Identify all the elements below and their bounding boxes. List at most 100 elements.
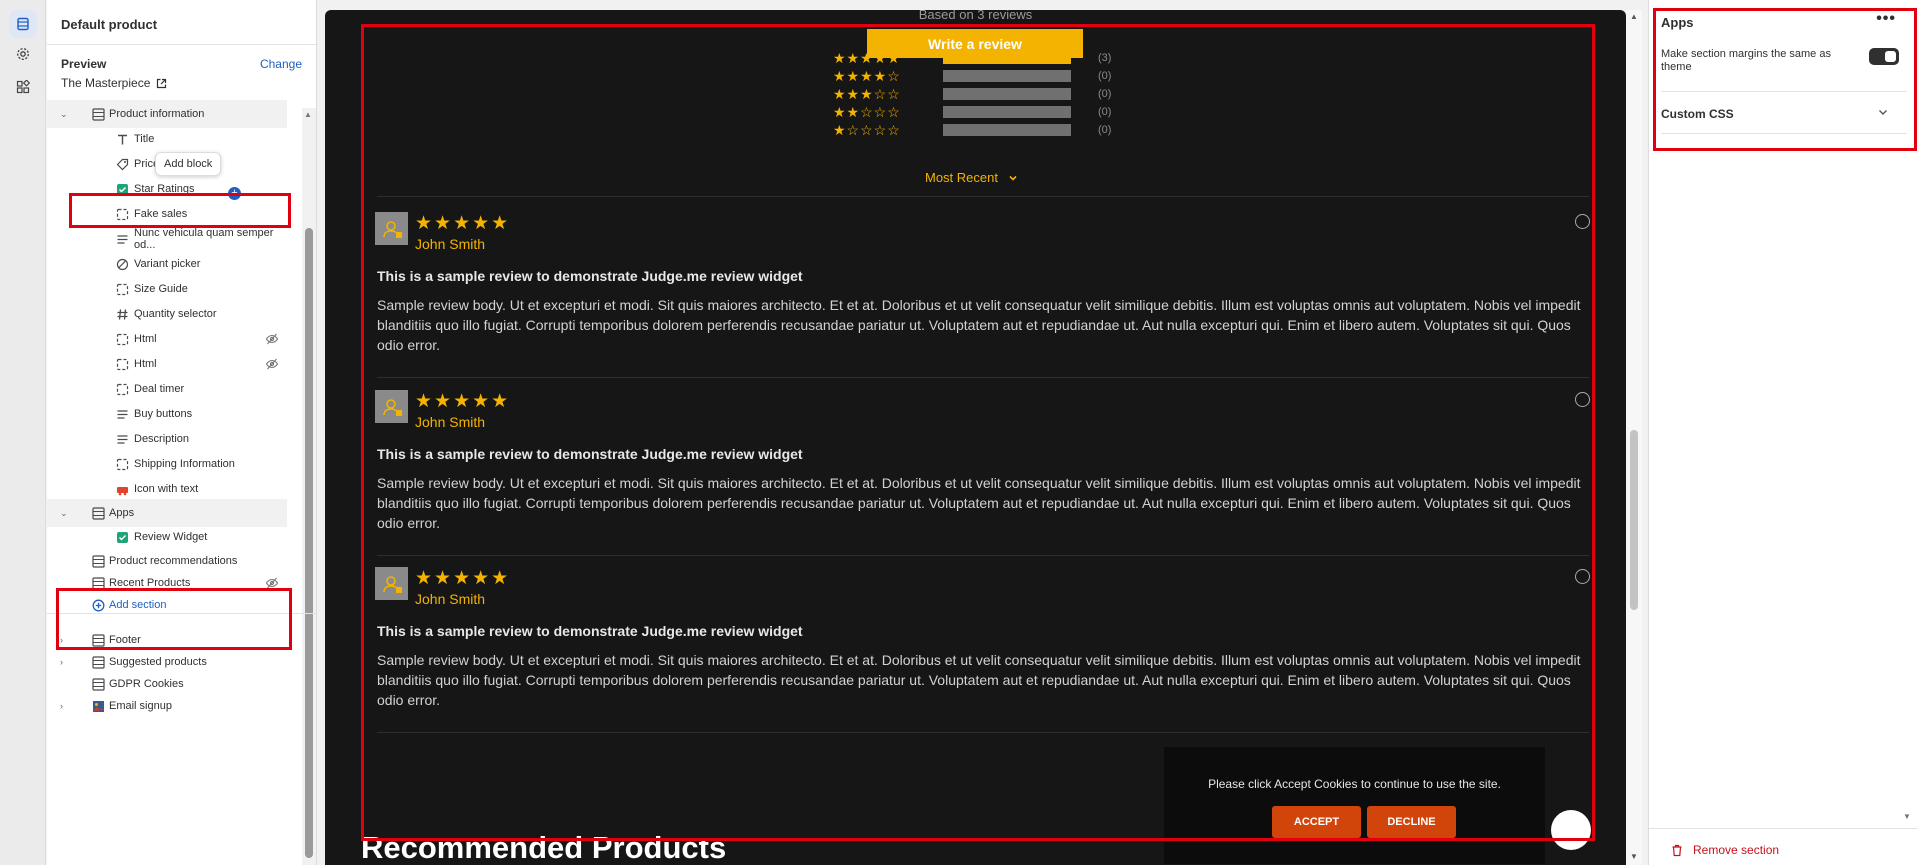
eye-hidden-icon[interactable] xyxy=(265,332,279,346)
review-select-radio[interactable] xyxy=(1575,214,1590,229)
scroll-down-icon[interactable]: ▼ xyxy=(1903,812,1911,821)
section-icon xyxy=(91,554,105,568)
review-select-radio[interactable] xyxy=(1575,392,1590,407)
tree-item[interactable]: Description xyxy=(47,425,287,453)
tree-item-label: Buy buttons xyxy=(134,408,193,420)
tree-item-label: Review Widget xyxy=(134,531,208,543)
avatar xyxy=(375,567,408,600)
storefront-preview: Based on 3 reviews Write a review ★★★★★(… xyxy=(325,10,1626,865)
chevron-down-icon xyxy=(1009,175,1017,181)
tree-item-label: Product recommendations xyxy=(109,555,238,567)
left-rail xyxy=(0,0,46,865)
theme-editor: Default product Preview Change The Maste… xyxy=(0,0,1918,865)
margin-toggle[interactable] xyxy=(1869,48,1899,65)
tree-item[interactable]: Fake sales xyxy=(47,200,287,228)
tree-item-label: Star Ratings xyxy=(134,183,195,195)
user-avatar-icon xyxy=(382,220,402,238)
chevron-down-icon[interactable]: ⌄ xyxy=(60,109,68,120)
tree-item[interactable]: Shipping Information xyxy=(47,450,287,478)
tree-item-label: GDPR Cookies xyxy=(109,678,184,690)
text-align-icon xyxy=(115,432,129,446)
decline-cookies-button[interactable]: DECLINE xyxy=(1367,806,1456,838)
review-select-radio[interactable] xyxy=(1575,569,1590,584)
tree-item[interactable]: Html xyxy=(47,350,287,378)
chevron-down-icon[interactable]: ⌄ xyxy=(60,508,68,519)
tree-item[interactable]: Variant picker xyxy=(47,250,287,278)
settings-rail-button[interactable] xyxy=(9,40,37,68)
preview-theme-link[interactable]: The Masterpiece xyxy=(61,76,167,90)
tree-item-label: Icon with text xyxy=(134,483,199,495)
more-actions-icon[interactable]: ••• xyxy=(1876,10,1896,28)
sections-rail-button[interactable] xyxy=(9,10,37,38)
dashed-square-icon xyxy=(115,457,129,471)
price-tag-icon xyxy=(115,157,129,171)
chat-bubble-icon[interactable] xyxy=(1551,810,1591,850)
plus-circle-icon xyxy=(91,598,105,612)
change-preview-link[interactable]: Change xyxy=(260,57,302,71)
tree-item[interactable]: Nunc vehicula quam semper od... xyxy=(47,225,287,253)
tree-item-label: Fake sales xyxy=(134,208,188,220)
divider xyxy=(47,44,316,45)
chevron-right-icon[interactable]: › xyxy=(60,657,63,667)
toggle-knob xyxy=(1885,51,1896,62)
preview-scrollbar[interactable]: ▲ ▼ xyxy=(1626,10,1642,865)
chevron-right-icon[interactable]: › xyxy=(60,701,63,711)
tree-item[interactable]: › Email signup xyxy=(47,692,287,720)
histogram-count: (0) xyxy=(1098,88,1112,100)
tree-item[interactable]: Size Guide xyxy=(47,275,287,303)
divider xyxy=(377,555,1589,556)
tree-item[interactable]: Star Ratings xyxy=(47,175,287,203)
histogram-row[interactable]: ★★★★★ (3) xyxy=(833,50,1111,66)
add-block-plus-icon[interactable]: + xyxy=(228,187,241,200)
apps-rail-button[interactable] xyxy=(9,73,37,101)
divider xyxy=(377,732,1589,733)
remove-section-button[interactable]: Remove section xyxy=(1671,843,1779,857)
histogram-row[interactable]: ★☆☆☆☆ (0) xyxy=(833,122,1111,138)
sort-dropdown[interactable]: Most Recent xyxy=(925,170,1018,185)
scroll-up-icon[interactable]: ▲ xyxy=(304,110,312,119)
section-group-row[interactable]: ⌄ Product information xyxy=(47,100,287,128)
left-scrollbar-thumb[interactable] xyxy=(305,228,313,858)
tree-item[interactable]: Quantity selector xyxy=(47,300,287,328)
histogram-count: (0) xyxy=(1098,124,1112,136)
chevron-down-icon[interactable] xyxy=(1877,106,1889,118)
custom-css-label[interactable]: Custom CSS xyxy=(1661,107,1734,121)
tree-item-label: Size Guide xyxy=(134,283,188,295)
tree-item-label: Footer xyxy=(109,634,141,646)
dashed-square-icon xyxy=(115,332,129,346)
text-align-icon xyxy=(115,232,129,246)
dashed-square-icon xyxy=(115,282,129,296)
histogram-row[interactable]: ★★★☆☆ (0) xyxy=(833,86,1111,102)
avatar xyxy=(375,390,408,423)
margin-setting-label: Make section margins the same as theme xyxy=(1661,48,1831,73)
tree-item[interactable]: Deal timer xyxy=(47,375,287,403)
histogram-stars: ★★☆☆☆ xyxy=(833,103,901,120)
tree-item[interactable]: Html xyxy=(47,325,287,353)
eye-hidden-icon[interactable] xyxy=(265,576,279,590)
reviewer-name: John Smith xyxy=(415,591,486,607)
cookie-banner: Please click Accept Cookies to continue … xyxy=(1164,747,1545,864)
divider xyxy=(377,196,1589,197)
tree-item[interactable]: Title xyxy=(47,125,287,153)
histogram-row[interactable]: ★★★★☆ (0) xyxy=(833,68,1111,84)
histogram-row[interactable]: ★★☆☆☆ (0) xyxy=(833,104,1111,120)
left-scrollbar[interactable]: ▲ xyxy=(302,108,316,865)
tree-item[interactable]: Buy buttons xyxy=(47,400,287,428)
add-section-button[interactable]: Add section xyxy=(47,591,287,619)
gear-icon xyxy=(17,48,29,60)
section-icon xyxy=(91,677,105,691)
accept-cookies-button[interactable]: ACCEPT xyxy=(1272,806,1361,838)
scroll-down-icon[interactable]: ▼ xyxy=(1630,852,1638,861)
remove-section-label: Remove section xyxy=(1693,843,1780,857)
scroll-up-icon[interactable]: ▲ xyxy=(1630,12,1638,21)
section-icon xyxy=(91,633,105,647)
eye-hidden-icon[interactable] xyxy=(265,357,279,371)
divider xyxy=(377,377,1589,378)
preview-theme-name: The Masterpiece xyxy=(61,76,151,90)
tree-item-label: Suggested products xyxy=(109,656,207,668)
preview-scrollbar-thumb[interactable] xyxy=(1630,430,1638,610)
tree-item-label: Variant picker xyxy=(134,258,201,270)
histogram-bar xyxy=(943,52,1071,64)
chevron-right-icon[interactable]: › xyxy=(60,635,63,645)
icon-with-text-icon xyxy=(115,482,129,496)
